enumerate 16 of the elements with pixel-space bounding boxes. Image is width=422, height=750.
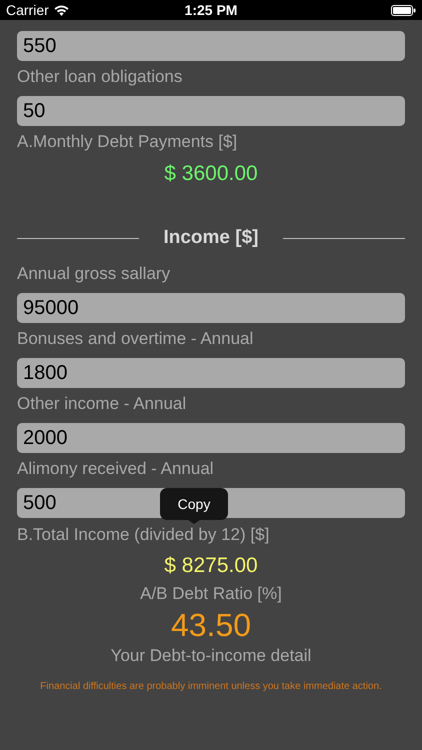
field-label: Alimony received - Annual	[17, 458, 215, 480]
field-label: A.Monthly Debt Payments [$]	[17, 131, 238, 153]
clock-label: 1:25 PM	[184, 0, 238, 20]
field-label: Annual gross sallary	[17, 263, 172, 285]
ratio-value: 43.50	[170, 606, 252, 645]
section-heading: Income [$]	[163, 226, 259, 250]
result-value: $ 3600.00	[163, 161, 259, 187]
ratio-label: A/B Debt Ratio [%]	[139, 583, 283, 605]
field-label: B.Total Income (divided by 12) [$]	[17, 525, 270, 545]
field-label: Other loan obligations	[17, 66, 184, 88]
field-label: Other income - Annual	[17, 393, 188, 415]
carrier-label: Carrier	[6, 0, 49, 20]
detail-label: Your Debt-to-income detail	[110, 645, 312, 667]
warning-text: Financial difficulties are probably imminent unless you take immediate action.	[39, 680, 383, 694]
result-value: $ 8275.00	[163, 553, 259, 579]
field-label: Bonuses and overtime - Annual	[17, 328, 254, 350]
